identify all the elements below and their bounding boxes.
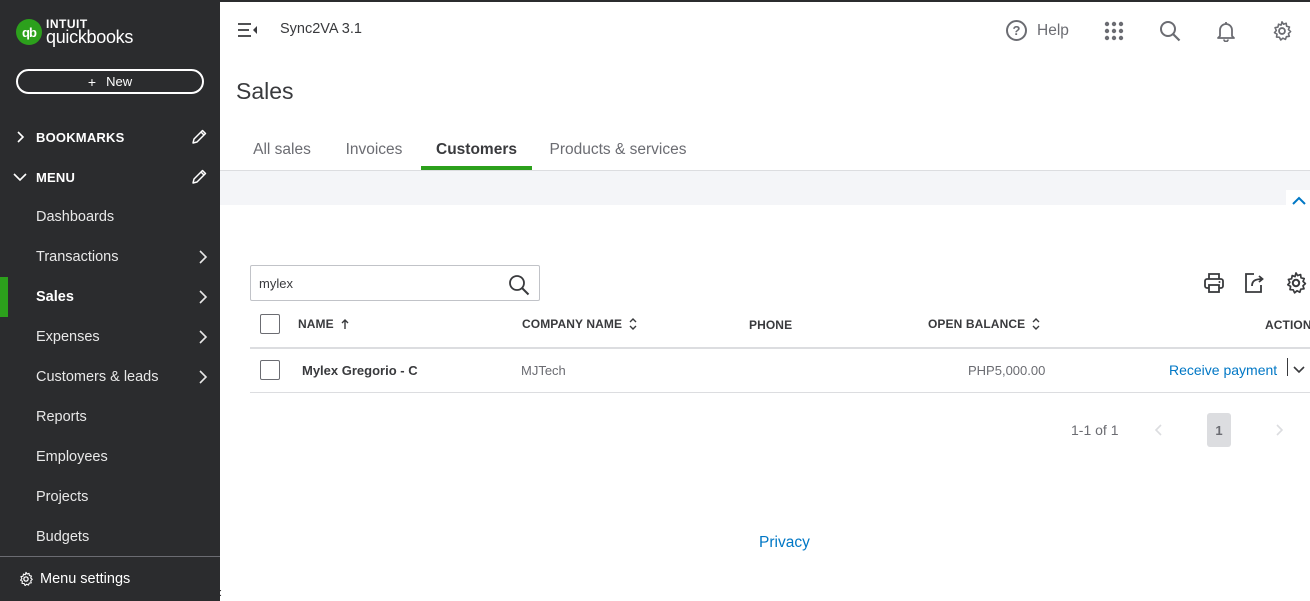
privacy-link[interactable]: Privacy (759, 534, 810, 552)
sidebar-item-dashboards[interactable]: Dashboards (0, 197, 220, 237)
sidebar-item-reports[interactable]: Reports (0, 397, 220, 437)
next-page-icon[interactable] (1273, 423, 1285, 437)
sidebar-item-sales[interactable]: Sales (0, 277, 220, 317)
sidebar-item-employees[interactable]: Employees (0, 437, 220, 477)
sidebar-item-budgets[interactable]: Budgets (0, 517, 220, 557)
bookmarks-section[interactable]: BOOKMARKS (0, 117, 220, 157)
sidebar: qb INTUIT quickbooks + New BOOKMARKS MEN… (0, 0, 220, 601)
sidebar-item-expenses[interactable]: Expenses (0, 317, 220, 357)
column-header-action: ACTION (1265, 318, 1310, 332)
customer-name[interactable]: Mylex Gregorio - C (302, 363, 418, 378)
gear-icon[interactable] (1284, 271, 1308, 295)
quickbooks-logo[interactable]: qb INTUIT quickbooks (16, 18, 133, 46)
bookmarks-label: BOOKMARKS (36, 129, 125, 145)
menu-settings-label: Menu settings (40, 571, 131, 587)
customer-company: MJTech (521, 363, 566, 378)
gear-icon (19, 571, 33, 587)
chevron-right-icon (199, 250, 208, 264)
tab-invoices[interactable]: Invoices (328, 130, 420, 170)
search-icon[interactable] (1159, 20, 1181, 42)
customer-search[interactable] (250, 265, 540, 301)
pencil-icon[interactable] (190, 168, 208, 186)
select-all-checkbox[interactable] (260, 314, 280, 334)
search-icon[interactable] (508, 274, 530, 296)
export-icon[interactable] (1243, 271, 1267, 295)
summary-band (220, 171, 1310, 205)
tab-all-sales[interactable]: All sales (236, 130, 328, 170)
menu-settings-button[interactable]: Menu settings (0, 556, 220, 601)
sort-icon (629, 318, 637, 330)
chevron-right-icon (17, 131, 25, 143)
chevron-right-icon (199, 330, 208, 344)
page-number-button[interactable]: 1 (1207, 413, 1231, 447)
collapse-summary-button[interactable] (1286, 190, 1310, 221)
search-input[interactable] (259, 274, 499, 292)
company-name[interactable]: Sync2VA 3.1 (280, 21, 362, 37)
column-header-open-balance[interactable]: OPEN BALANCE (928, 317, 1041, 331)
column-header-name[interactable]: NAME (298, 317, 350, 331)
previous-page-icon[interactable] (1153, 423, 1165, 437)
chevron-down-icon (13, 173, 27, 182)
new-button-label: New (106, 74, 133, 89)
tab-customers[interactable]: Customers (421, 130, 532, 170)
qb-logo-mark: qb (16, 19, 42, 45)
gear-icon[interactable] (1271, 20, 1293, 42)
printer-icon[interactable] (1202, 271, 1226, 295)
menu-section[interactable]: MENU (0, 157, 220, 197)
menu-label: MENU (36, 169, 76, 185)
pagination-summary: 1-1 of 1 (1071, 422, 1119, 438)
chevron-right-icon (199, 290, 208, 304)
tab-products-services[interactable]: Products & services (532, 130, 704, 170)
sidebar-item-customers-leads[interactable]: Customers & leads (0, 357, 220, 397)
help-button[interactable]: ? Help (1006, 20, 1069, 41)
top-bar: Sync2VA 3.1 ? Help (220, 0, 1310, 60)
table-row-divider (250, 392, 1310, 393)
stray-mark: : (219, 587, 223, 599)
chevron-right-icon (199, 370, 208, 384)
chevron-up-icon (1292, 196, 1306, 205)
action-separator (1287, 358, 1288, 376)
sidebar-item-projects[interactable]: Projects (0, 477, 220, 517)
column-header-phone: PHONE (749, 318, 793, 332)
receive-payment-link[interactable]: Receive payment (1169, 362, 1277, 378)
row-checkbox[interactable] (260, 360, 280, 380)
table-header-divider (250, 347, 1310, 349)
new-button[interactable]: + New (16, 69, 204, 94)
apps-grid-icon[interactable] (1103, 20, 1125, 42)
sort-ascending-icon (341, 319, 349, 329)
customer-open-balance: PHP5,000.00 (968, 363, 1046, 378)
help-icon: ? (1006, 20, 1027, 41)
pencil-icon[interactable] (190, 128, 208, 146)
collapse-menu-icon[interactable] (238, 22, 258, 38)
page-title: Sales (236, 78, 294, 104)
sidebar-item-transactions[interactable]: Transactions (0, 237, 220, 277)
sort-icon (1032, 318, 1040, 330)
help-label: Help (1037, 21, 1069, 39)
chevron-down-icon[interactable] (1292, 364, 1306, 376)
quickbooks-wordmark: quickbooks (46, 27, 134, 47)
plus-icon: + (87, 73, 97, 90)
bell-icon[interactable] (1215, 20, 1237, 42)
column-header-company-name[interactable]: COMPANY NAME (522, 317, 638, 331)
